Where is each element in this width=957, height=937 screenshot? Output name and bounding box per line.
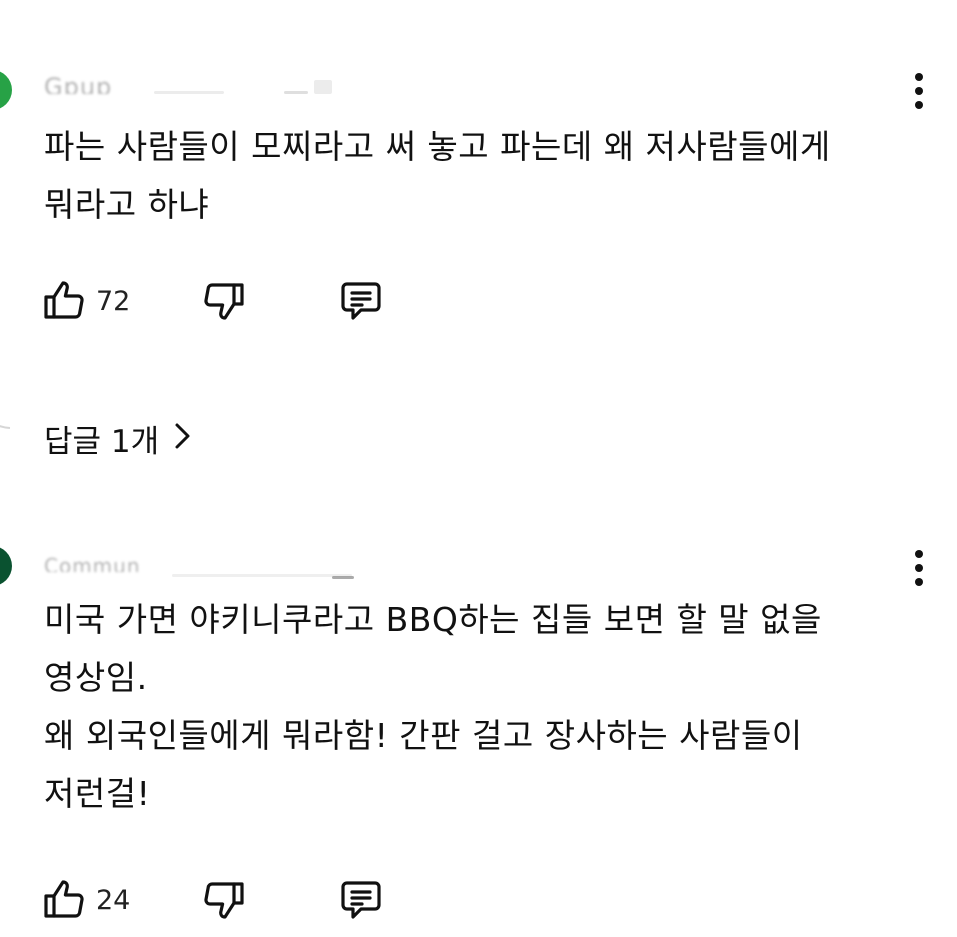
view-replies-button[interactable]: 답글 1개 xyxy=(44,413,193,463)
author-redaction xyxy=(154,91,224,94)
comment-author[interactable]: Gpup xyxy=(44,70,364,100)
comment-actions: 72 xyxy=(40,276,440,326)
thumbs-up-icon xyxy=(40,876,88,924)
more-options-button[interactable] xyxy=(906,548,932,588)
dislike-button[interactable] xyxy=(200,875,248,925)
comment-actions: 24 xyxy=(40,875,440,925)
comment-author[interactable]: Commun xyxy=(44,550,364,580)
replies-label: 답글 1개 xyxy=(44,423,160,460)
thumbs-down-icon xyxy=(200,277,248,325)
avatar[interactable] xyxy=(0,546,12,586)
reply-button[interactable] xyxy=(336,875,386,925)
author-redaction xyxy=(314,80,332,94)
comment: Gpup 파는 사람들이 모찌라고 써 놓고 파는데 왜 저사람들에게 뭐라고 … xyxy=(0,58,957,478)
thumbs-up-icon xyxy=(40,277,88,325)
chevron-right-icon xyxy=(159,421,193,455)
more-options-button[interactable] xyxy=(906,71,932,111)
author-redaction xyxy=(284,91,308,94)
like-count: 72 xyxy=(96,285,131,317)
comment-icon xyxy=(336,876,386,924)
author-redaction xyxy=(332,576,354,579)
comment: Commun 미국 가면 야키니쿠라고 BBQ하는 집들 보면 할 말 없을 영… xyxy=(0,538,957,937)
thread-line xyxy=(0,425,11,429)
like-count: 24 xyxy=(96,884,131,916)
author-name: Commun xyxy=(44,554,141,572)
thumbs-down-icon xyxy=(200,876,248,924)
comment-text: 파는 사람들이 모찌라고 써 놓고 파는데 왜 저사람들에게 뭐라고 하냐 xyxy=(44,127,831,224)
like-button[interactable]: 24 xyxy=(40,875,130,925)
dislike-button[interactable] xyxy=(200,276,248,326)
author-name: Gpup xyxy=(44,73,113,94)
comment-icon xyxy=(336,277,386,325)
author-redaction xyxy=(172,574,352,577)
avatar[interactable] xyxy=(0,70,12,110)
reply-button[interactable] xyxy=(336,276,386,326)
comment-text: 미국 가면 야키니쿠라고 BBQ하는 집들 보면 할 말 없을 영상임. 왜 외… xyxy=(44,600,822,813)
like-button[interactable]: 72 xyxy=(40,276,130,326)
